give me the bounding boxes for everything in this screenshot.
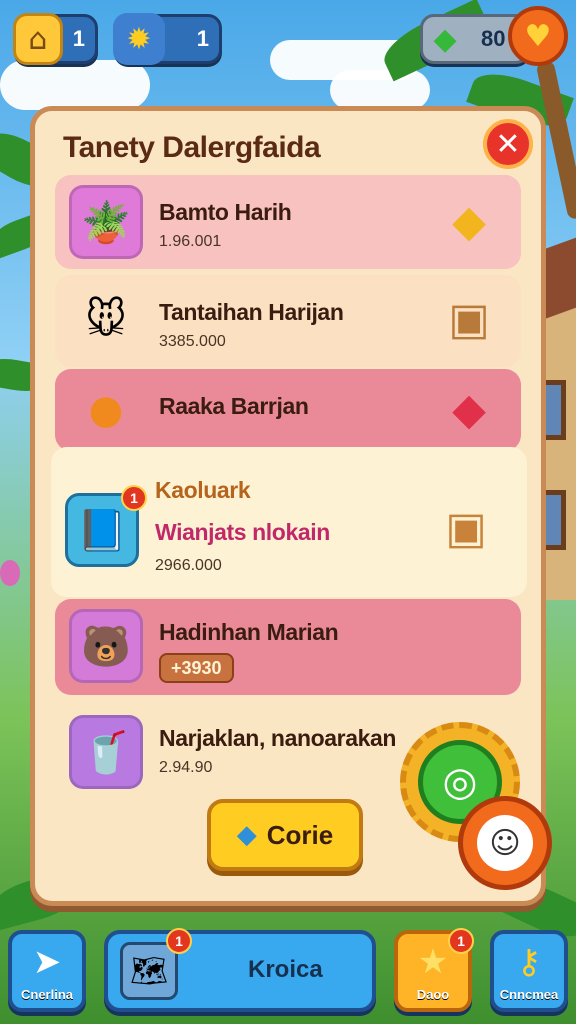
- nav-left-label: Cnerlina: [20, 987, 73, 1002]
- home-icon: ⌂: [13, 13, 63, 65]
- item-subtitle: Wianjats nlokain: [155, 519, 330, 545]
- heart-button[interactable]: ♥: [508, 6, 568, 66]
- close-button[interactable]: ✕: [483, 119, 533, 169]
- chest-reward-icon: ▣: [448, 293, 490, 345]
- map-icon: 🗺: [120, 942, 178, 1000]
- diamond-icon: ◆: [236, 820, 257, 850]
- item-value: 2966.000: [155, 557, 222, 574]
- nav-left-button[interactable]: ➤ Cnerlina: [8, 930, 86, 1012]
- bear-icon: 🐻: [69, 609, 143, 683]
- list-item-highlighted[interactable]: 📘 1 Kaoluark Wianjats nlokain 2966.000 ▣: [51, 447, 527, 597]
- star-counter[interactable]: ✹ 1: [113, 13, 222, 65]
- item-name: Tantaihan Harijan: [159, 299, 344, 325]
- nav-deco-button[interactable]: ★ 1 Daoo: [394, 928, 474, 1012]
- star-icon: ★: [417, 942, 449, 982]
- nav-main-button[interactable]: 🗺 1 Kroica: [104, 928, 376, 1012]
- cup-icon: 🥤: [69, 715, 143, 789]
- list-item[interactable]: 🐭 Tantaihan Harijan 3385.000 ▣: [55, 275, 521, 367]
- list-item[interactable]: ● Raaka Barrjan ◆: [55, 369, 521, 451]
- item-name: Kaoluark: [155, 477, 251, 503]
- key-icon: ⚷: [516, 942, 542, 982]
- notification-badge: 1: [448, 928, 474, 954]
- home-value: 1: [72, 26, 85, 51]
- paper-plane-icon: ➤: [32, 942, 62, 982]
- orange-creature-icon: ●: [88, 387, 124, 433]
- notification-badge: 1: [166, 928, 192, 954]
- home-counter[interactable]: ⌂ 1: [13, 13, 98, 65]
- nav-right-label: Cnncmea: [499, 987, 559, 1002]
- close-icon: ✕: [495, 126, 521, 162]
- list-item[interactable]: 🪴 Bamto Harih 1.96.001 ◆: [55, 175, 521, 269]
- notification-badge: 1: [121, 485, 147, 511]
- item-name: Bamto Harih: [159, 199, 292, 225]
- item-name: Hadinhan Marian: [159, 619, 339, 645]
- ghost-face-icon: ☺: [477, 815, 533, 871]
- gold-reward-icon: ◆: [452, 195, 486, 247]
- nav-deco-label: Daoo: [416, 987, 450, 1002]
- item-value-tag: +3930: [159, 653, 234, 683]
- go-button[interactable]: ◆ Corie: [207, 799, 363, 871]
- item-value: 2.94.90: [159, 759, 213, 776]
- star-gear-icon: ✹: [113, 13, 165, 65]
- go-button-label: Corie: [266, 819, 334, 850]
- gem-icon: ◆: [433, 21, 457, 57]
- item-name: Narjaklan, nanoarakan: [159, 725, 397, 751]
- list-item[interactable]: 🐻 Hadinhan Marian +3930: [55, 599, 521, 695]
- treasure-chest-icon: ▣: [445, 502, 487, 554]
- red-box-reward-icon: ◆: [452, 383, 486, 435]
- nav-right-button[interactable]: ⚷ Cnncmea: [490, 930, 568, 1012]
- item-value: 3385.000: [159, 333, 226, 350]
- item-value: 1.96.001: [159, 233, 222, 250]
- character-button[interactable]: ☺: [458, 796, 552, 890]
- item-name: Raaka Barrjan: [159, 393, 309, 419]
- star-value: 1: [196, 26, 209, 51]
- heart-icon: ♥: [524, 18, 552, 54]
- plant-pot-icon: 🪴: [69, 185, 143, 259]
- nav-main-label: Kroica: [248, 956, 323, 983]
- panel-title: Tanety Dalergfaida: [63, 131, 321, 164]
- hamster-icon: 🐭: [85, 297, 127, 343]
